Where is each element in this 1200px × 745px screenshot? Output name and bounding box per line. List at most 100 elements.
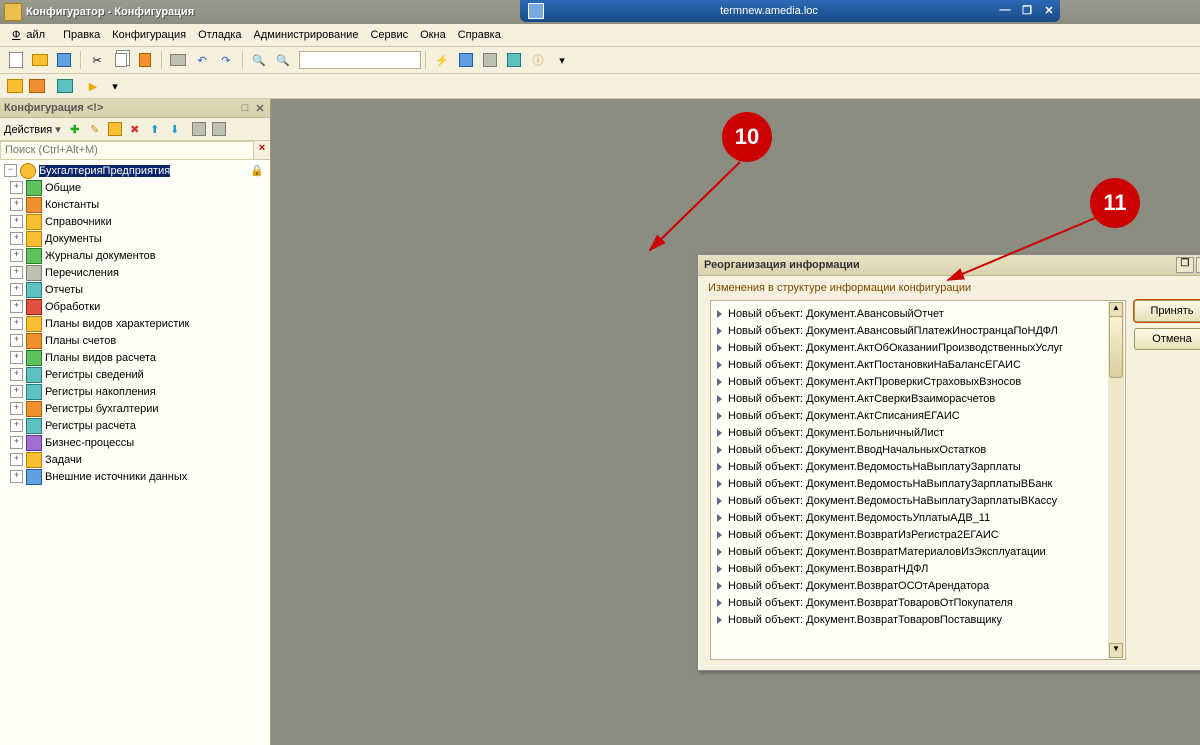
list-item[interactable]: Новый объект: Документ.АктПостановкиНаБа… — [711, 356, 1125, 373]
db-icon[interactable] — [28, 77, 46, 95]
close-button[interactable]: ✕ — [1040, 4, 1058, 18]
dialog-list[interactable]: Новый объект: Документ.АвансовыйОтчетНов… — [710, 300, 1126, 660]
list-item[interactable]: Новый объект: Документ.ВедомостьУплатыАД… — [711, 509, 1125, 526]
menu-edit[interactable]: Правка — [57, 27, 106, 43]
dropdown-icon[interactable]: ▾ — [552, 50, 572, 70]
tree-item[interactable]: +Планы видов характеристик — [0, 315, 270, 332]
open-icon[interactable] — [30, 50, 50, 70]
panel-search-clear-icon[interactable]: × — [254, 142, 270, 158]
menu-debug[interactable]: Отладка — [192, 27, 247, 43]
expand-icon[interactable]: + — [10, 470, 23, 483]
expand-icon[interactable]: + — [10, 385, 23, 398]
menu-service[interactable]: Сервис — [364, 27, 414, 43]
copy-icon[interactable] — [111, 50, 131, 70]
expand-icon[interactable]: + — [10, 453, 23, 466]
dialog-restore-icon[interactable]: ❐ — [1176, 257, 1194, 273]
redo-icon[interactable]: ↷ — [216, 50, 236, 70]
list-item[interactable]: Новый объект: Документ.ВозвратМатериалов… — [711, 543, 1125, 560]
config-icon[interactable] — [6, 77, 24, 95]
list-item[interactable]: Новый объект: Документ.ВозвратОСОтАренда… — [711, 577, 1125, 594]
expand-icon[interactable]: + — [10, 436, 23, 449]
cancel-button[interactable]: Отмена — [1134, 328, 1200, 350]
tree-item[interactable]: +Планы видов расчета — [0, 349, 270, 366]
tree-item[interactable]: +Журналы документов — [0, 247, 270, 264]
tree-item[interactable]: +Перечисления — [0, 264, 270, 281]
expand-icon[interactable]: + — [10, 232, 23, 245]
expand-icon[interactable]: + — [10, 181, 23, 194]
print-icon[interactable] — [168, 50, 188, 70]
paste-icon[interactable] — [135, 50, 155, 70]
sort-icon[interactable] — [191, 121, 207, 137]
down-icon[interactable]: ⬇ — [167, 121, 183, 137]
list-item[interactable]: Новый объект: Документ.БольничныйЛист — [711, 424, 1125, 441]
list-item[interactable]: Новый объект: Документ.ВедомостьНаВыплат… — [711, 475, 1125, 492]
tree-item[interactable]: +Регистры накопления — [0, 383, 270, 400]
tree-item[interactable]: +Планы счетов — [0, 332, 270, 349]
minimize-button[interactable]: — — [996, 4, 1014, 18]
delete-icon[interactable]: ✖ — [127, 121, 143, 137]
list-item[interactable]: Новый объект: Документ.ВводНачальныхОста… — [711, 441, 1125, 458]
pin-icon[interactable] — [528, 3, 544, 19]
new-icon[interactable] — [6, 50, 26, 70]
tree-item[interactable]: +Регистры сведений — [0, 366, 270, 383]
panel-search-input[interactable] — [0, 141, 254, 160]
tree-item[interactable]: +Отчеты — [0, 281, 270, 298]
save-icon[interactable] — [54, 50, 74, 70]
zoom-icon[interactable]: 🔍 — [273, 50, 293, 70]
list-item[interactable]: Новый объект: Документ.ВозвратТоваровПос… — [711, 611, 1125, 628]
tree-item[interactable]: +Обработки — [0, 298, 270, 315]
panel-close-icon[interactable]: ✕ — [254, 102, 266, 114]
list-item[interactable]: Новый объект: Документ.ВедомостьНаВыплат… — [711, 492, 1125, 509]
expand-icon[interactable]: + — [10, 215, 23, 228]
expand-icon[interactable]: + — [10, 402, 23, 415]
dialog-scrollbar[interactable]: ▲ ▼ — [1108, 302, 1124, 658]
tree-item[interactable]: +Внешние источники данных — [0, 468, 270, 485]
list-item[interactable]: Новый объект: Документ.ВозвратТоваровОтП… — [711, 594, 1125, 611]
list-item[interactable]: Новый объект: Документ.АктПроверкиСтрахо… — [711, 373, 1125, 390]
list-item[interactable]: Новый объект: Документ.АктСписанияЕГАИС — [711, 407, 1125, 424]
toolbar-search[interactable] — [299, 51, 421, 69]
list-item[interactable]: Новый объект: Документ.ВедомостьНаВыплат… — [711, 458, 1125, 475]
expand-icon[interactable]: + — [10, 283, 23, 296]
filter-icon[interactable] — [211, 121, 227, 137]
syntax-icon[interactable] — [504, 50, 524, 70]
expand-icon[interactable]: + — [10, 317, 23, 330]
update-icon[interactable] — [56, 77, 74, 95]
edit-icon[interactable]: ✎ — [87, 121, 103, 137]
accept-button[interactable]: Принять — [1134, 300, 1200, 322]
expand-icon[interactable]: + — [10, 300, 23, 313]
list-item[interactable]: Новый объект: Документ.АвансовыйОтчет — [711, 305, 1125, 322]
expand-icon[interactable]: + — [10, 419, 23, 432]
dialog-close-icon[interactable]: ✕ — [1196, 257, 1200, 273]
cut-icon[interactable]: ✂ — [87, 50, 107, 70]
debug-icon[interactable]: ⚡ — [432, 50, 452, 70]
tree-item[interactable]: +Бизнес-процессы — [0, 434, 270, 451]
tree-item[interactable]: +Регистры расчета — [0, 417, 270, 434]
remote-session-tab[interactable]: termnew.amedia.loc — ❐ ✕ — [520, 0, 1060, 22]
play-icon[interactable]: ▶ — [84, 77, 102, 95]
list-item[interactable]: Новый объект: Документ.АктОбОказанииПрои… — [711, 339, 1125, 356]
expand-icon[interactable]: + — [10, 368, 23, 381]
help-icon[interactable]: ⓘ — [528, 50, 548, 70]
tree-item[interactable]: +Справочники — [0, 213, 270, 230]
expand-icon[interactable]: + — [10, 198, 23, 211]
config-tree[interactable]: − БухгалтерияПредприятия 🔒 +Общие+Конста… — [0, 160, 270, 745]
list-item[interactable]: Новый объект: Документ.АвансовыйПлатежИн… — [711, 322, 1125, 339]
tree-item[interactable]: +Общие — [0, 179, 270, 196]
expand-icon[interactable]: + — [10, 334, 23, 347]
list-item[interactable]: Новый объект: Документ.ВозвратИзРегистра… — [711, 526, 1125, 543]
scroll-up-icon[interactable]: ▲ — [1109, 302, 1123, 317]
menu-config[interactable]: Конфигурация — [106, 27, 192, 43]
expand-icon[interactable]: + — [10, 351, 23, 364]
menu-windows[interactable]: Окна — [414, 27, 452, 43]
scroll-down-icon[interactable]: ▼ — [1109, 643, 1123, 658]
menu-file[interactable]: Файл — [6, 27, 57, 43]
run-icon[interactable] — [456, 50, 476, 70]
tree-item[interactable]: +Задачи — [0, 451, 270, 468]
tree-item[interactable]: +Константы — [0, 196, 270, 213]
break-icon[interactable] — [480, 50, 500, 70]
scroll-thumb[interactable] — [1109, 316, 1123, 378]
panel-pin-icon[interactable]: □ — [239, 102, 251, 114]
actions-menu[interactable]: Действия ▾ — [4, 123, 61, 136]
tree-item[interactable]: +Документы — [0, 230, 270, 247]
